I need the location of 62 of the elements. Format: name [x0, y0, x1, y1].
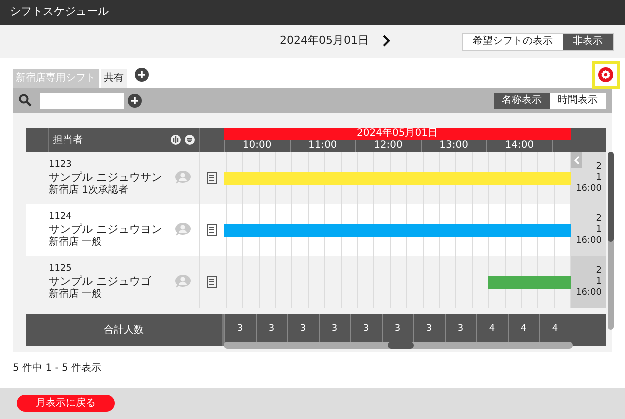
summary-value: 2: [596, 266, 602, 276]
time-label: 10:00: [242, 140, 272, 152]
date-label: 2024年05月01日: [357, 128, 438, 140]
summary-value: 1: [596, 224, 602, 236]
column-header: 担当者: [53, 134, 83, 148]
staff-name: サンプル ニジュウサン: [49, 171, 162, 184]
total-value: 3: [237, 323, 244, 336]
filter-icon[interactable]: [185, 135, 195, 145]
summary-value: 1: [596, 276, 602, 288]
summary-value: 16:00: [576, 184, 602, 194]
vertical-scrollbar[interactable]: [608, 152, 614, 330]
total-value: 3: [363, 323, 370, 336]
split-circle-icon[interactable]: [171, 135, 181, 145]
summary-value: 2: [596, 214, 602, 224]
summary-value: 1: [596, 172, 602, 184]
staff-id: 1123: [49, 159, 72, 171]
tab[interactable]: 共有: [101, 69, 127, 88]
back-button[interactable]: 月表示に戻る: [17, 395, 115, 412]
toggle-button[interactable]: 時間表示: [550, 92, 606, 108]
time-label: 13:00: [440, 140, 468, 152]
add-icon[interactable]: [128, 94, 142, 108]
total-value: 3: [268, 323, 275, 336]
search-field[interactable]: [40, 92, 124, 108]
toggle-button[interactable]: 希望シフトの表示: [463, 34, 563, 50]
summary-value: 16:00: [576, 236, 602, 246]
add-icon[interactable]: [135, 68, 149, 82]
scrollbar-thumb[interactable]: [388, 342, 414, 349]
next-icon[interactable]: [383, 35, 391, 48]
staff-role: 新宿店 1次承認者: [49, 185, 130, 197]
staff-role: 新宿店 一般: [49, 237, 104, 249]
time-label: 14:00: [505, 140, 534, 152]
memo-icon[interactable]: [207, 224, 217, 236]
total-value: 4: [552, 323, 558, 336]
memo-icon[interactable]: [207, 276, 217, 288]
staff-id: 1124: [49, 211, 72, 223]
staff-name: サンプル ニジュウゴ: [49, 275, 152, 288]
staff-role: 新宿店 一般: [49, 289, 104, 301]
toggle-button[interactable]: 名称表示: [494, 92, 550, 108]
chevron-left-icon: [574, 156, 580, 164]
total-value: 3: [458, 323, 464, 336]
total-value: 4: [489, 323, 496, 336]
summary-value: 16:00: [576, 288, 602, 298]
staff-id: 1125: [49, 263, 72, 275]
window-title: シフトスケジュール: [10, 4, 109, 20]
time-label: 12:00: [374, 140, 403, 152]
total-value: 3: [426, 323, 432, 336]
memo-icon[interactable]: [207, 172, 217, 184]
toggle-button[interactable]: 非表示: [563, 34, 613, 50]
summary-value: 2: [596, 162, 602, 172]
pagination-text: 5 件中 1 - 5 件表示: [13, 362, 103, 376]
total-value: 4: [520, 323, 527, 336]
total-value: 3: [394, 323, 401, 336]
scrollbar-thumb[interactable]: [608, 152, 614, 242]
total-value: 3: [300, 323, 306, 336]
horizontal-scrollbar[interactable]: [224, 342, 573, 349]
search-icon[interactable]: [19, 94, 32, 107]
staff-name: サンプル ニジュウヨン: [49, 223, 162, 236]
settings-icon[interactable]: [598, 67, 614, 83]
total-label: 合計人数: [104, 324, 144, 338]
time-label: 11:00: [308, 140, 338, 152]
total-value: 3: [332, 323, 338, 336]
date-label: 2024年05月01日: [280, 33, 369, 49]
